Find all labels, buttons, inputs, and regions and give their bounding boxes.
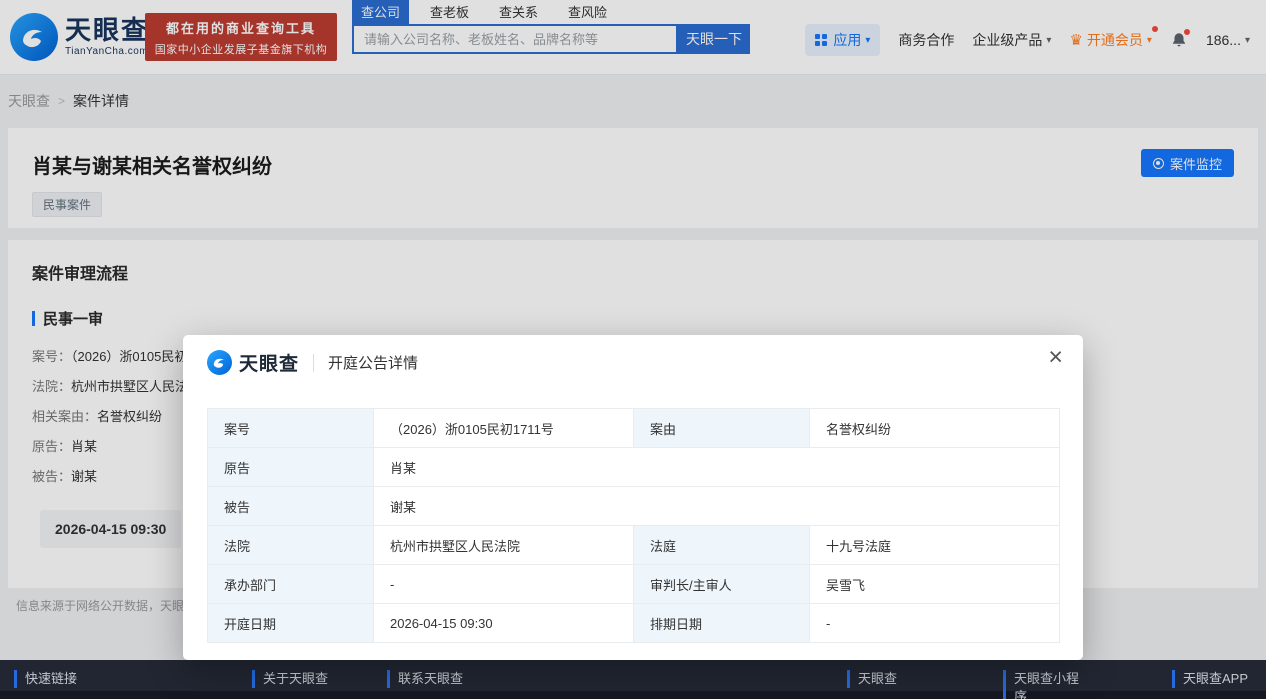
cell-value: 吴雪飞 (809, 564, 1060, 604)
hearing-detail-modal: 天眼查 开庭公告详情 × 案号 （2026）浙0105民初1711号 案由 名誉… (183, 335, 1083, 660)
cell-value: - (809, 603, 1060, 643)
table-row: 开庭日期 2026-04-15 09:30 排期日期 - (207, 603, 1060, 643)
cell-value: 谢某 (373, 486, 1060, 526)
cell-label: 案号 (207, 408, 374, 448)
cell-label: 法院 (207, 525, 374, 565)
cell-label: 审判长/主审人 (633, 564, 810, 604)
divider (313, 353, 315, 372)
table-row: 承办部门 - 审判长/主审人 吴雪飞 (207, 564, 1060, 604)
hearing-detail-table: 案号 （2026）浙0105民初1711号 案由 名誉权纠纷 原告 肖某 被告 … (207, 408, 1060, 643)
cell-value: 十九号法庭 (809, 525, 1060, 565)
close-icon[interactable]: × (1048, 345, 1063, 370)
cell-value: 2026-04-15 09:30 (373, 603, 634, 643)
table-row: 法院 杭州市拱墅区人民法院 法庭 十九号法庭 (207, 525, 1060, 565)
modal-brand: 天眼查 (239, 354, 300, 375)
cell-value: 杭州市拱墅区人民法院 (373, 525, 634, 565)
tianyancha-logo-icon (207, 350, 232, 375)
cell-value: 肖某 (373, 447, 1060, 487)
cell-value: 名誉权纠纷 (809, 408, 1060, 448)
cell-label: 法庭 (633, 525, 810, 565)
cell-label: 被告 (207, 486, 374, 526)
cell-label: 案由 (633, 408, 810, 448)
table-row: 原告 肖某 (207, 447, 1060, 487)
cell-label: 原告 (207, 447, 374, 487)
modal-header: 天眼查 开庭公告详情 × (183, 335, 1083, 390)
modal-title: 开庭公告详情 (328, 355, 419, 372)
table-row: 案号 （2026）浙0105民初1711号 案由 名誉权纠纷 (207, 408, 1060, 448)
cell-label: 承办部门 (207, 564, 374, 604)
cell-label: 开庭日期 (207, 603, 374, 643)
cell-label: 排期日期 (633, 603, 810, 643)
cell-value: （2026）浙0105民初1711号 (373, 408, 634, 448)
cell-value: - (373, 564, 634, 604)
table-row: 被告 谢某 (207, 486, 1060, 526)
